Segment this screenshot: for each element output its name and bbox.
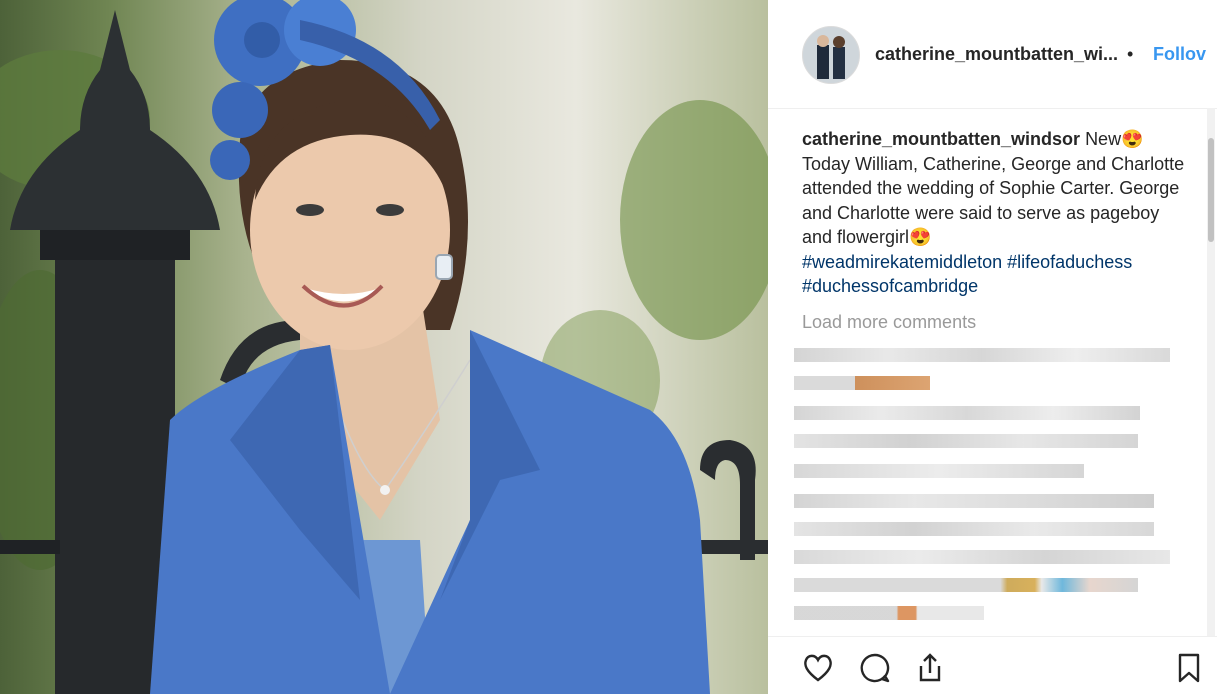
- share-icon[interactable]: [913, 651, 947, 685]
- bookmark-icon[interactable]: [1172, 651, 1206, 685]
- blurred-comments: [794, 344, 1174, 634]
- scrollbar-thumb[interactable]: [1208, 138, 1214, 242]
- hashtag-link[interactable]: #weadmirekatemiddleton: [802, 252, 1002, 272]
- caption-text-new: New: [1085, 129, 1122, 149]
- blurred-comment-line: [794, 578, 1138, 592]
- blurred-comment-line: [794, 434, 1138, 448]
- load-more-comments-button[interactable]: Load more comments: [802, 312, 976, 333]
- follow-button[interactable]: Follov: [1153, 44, 1206, 65]
- photo-illustration: [0, 0, 768, 694]
- comment-icon[interactable]: [858, 651, 892, 685]
- avatar-image: [803, 27, 859, 83]
- heart-eyes-emoji: 😍: [1121, 129, 1144, 149]
- heart-icon[interactable]: [801, 651, 835, 685]
- blurred-comment-line: [794, 464, 1084, 478]
- post-side-panel: catherine_mountbatten_wi... • Follov cat…: [768, 0, 1217, 694]
- blurred-comment-line: [794, 406, 1140, 420]
- blurred-comment-line: [794, 522, 1154, 536]
- hashtag-link[interactable]: #lifeofaduchess: [1007, 252, 1132, 272]
- post-header: catherine_mountbatten_wi... • Follov: [768, 0, 1217, 109]
- caption-body: Today William, Catherine, George and Cha…: [802, 153, 1185, 248]
- header-separator: •: [1127, 44, 1134, 64]
- blurred-comment-line: [794, 606, 984, 620]
- blurred-comment-line: [794, 550, 1170, 564]
- username-link[interactable]: catherine_mountbatten_wi...: [875, 44, 1118, 65]
- blurred-comment-line: [794, 494, 1154, 508]
- post-caption: catherine_mountbatten_windsor New😍 Today…: [802, 127, 1194, 299]
- heart-eyes-emoji: 😍: [909, 227, 932, 247]
- avatar[interactable]: [802, 26, 860, 84]
- caption-username[interactable]: catherine_mountbatten_windsor: [802, 129, 1080, 149]
- hashtag-link[interactable]: #duchessofcambridge: [802, 276, 978, 296]
- post-actions-bar: [768, 636, 1217, 695]
- post-photo[interactable]: [0, 0, 768, 694]
- blurred-comment-line: [794, 348, 1170, 362]
- blurred-comment-line: [794, 376, 930, 390]
